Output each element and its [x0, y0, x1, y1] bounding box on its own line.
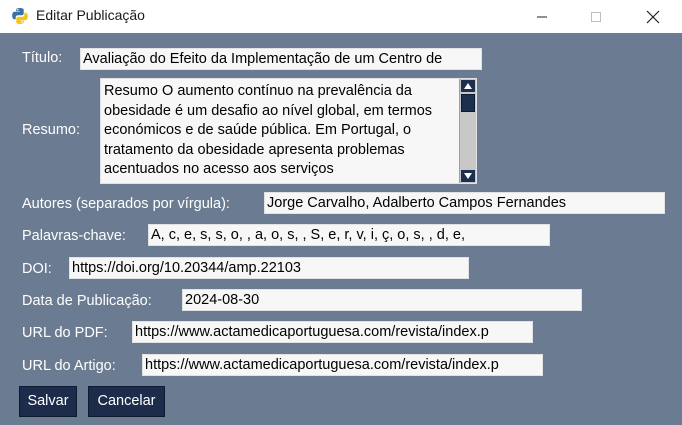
scroll-down-button[interactable] [461, 170, 475, 182]
doi-input[interactable]: https://doi.org/10.20344/amp.22103 [69, 257, 469, 279]
window-title: Editar Publicação [36, 7, 145, 23]
close-button[interactable] [630, 0, 676, 33]
title-bar: Editar Publicação [0, 0, 682, 33]
title-input[interactable]: Avaliação do Efeito da Implementação de … [80, 48, 482, 70]
python-icon [12, 8, 28, 24]
keywords-input[interactable]: A, c, e, s, s, o, , a, o, s, , S, e, r, … [148, 224, 550, 246]
edit-publication-form: Título: Avaliação do Efeito da Implement… [0, 33, 682, 425]
abstract-text[interactable]: Resumo O aumento contínuo na prevalência… [104, 82, 456, 181]
publication-date-input[interactable]: 2024-08-30 [182, 289, 582, 311]
authors-label: Autores (separados por vírgula): [22, 196, 230, 212]
save-button[interactable]: Salvar [19, 386, 77, 417]
minimize-icon [537, 16, 547, 17]
article-url-input[interactable]: https://www.actamedicaportuguesa.com/rev… [142, 354, 543, 376]
abstract-scrollbar[interactable] [459, 79, 476, 183]
scrollbar-thumb[interactable] [461, 94, 475, 112]
scroll-up-button[interactable] [461, 80, 475, 92]
pdf-url-label: URL do PDF: [22, 325, 108, 341]
abstract-textarea[interactable]: Resumo O aumento contínuo na prevalência… [100, 78, 477, 184]
cancel-button[interactable]: Cancelar [88, 386, 165, 417]
pdf-url-input[interactable]: https://www.actamedicaportuguesa.com/rev… [132, 321, 533, 343]
doi-label: DOI: [22, 261, 52, 277]
arrow-up-icon [464, 83, 472, 89]
keywords-label: Palavras-chave: [22, 228, 126, 244]
title-label: Título: [22, 50, 63, 66]
maximize-icon [591, 11, 601, 22]
abstract-label: Resumo: [22, 122, 81, 138]
minimize-button[interactable] [519, 0, 565, 33]
authors-input[interactable]: Jorge Carvalho, Adalberto Campos Fernand… [264, 192, 665, 214]
close-icon [646, 10, 660, 23]
article-url-label: URL do Artigo: [22, 358, 116, 374]
arrow-down-icon [464, 173, 472, 179]
maximize-button[interactable] [573, 0, 619, 33]
publication-date-label: Data de Publicação: [22, 293, 152, 309]
